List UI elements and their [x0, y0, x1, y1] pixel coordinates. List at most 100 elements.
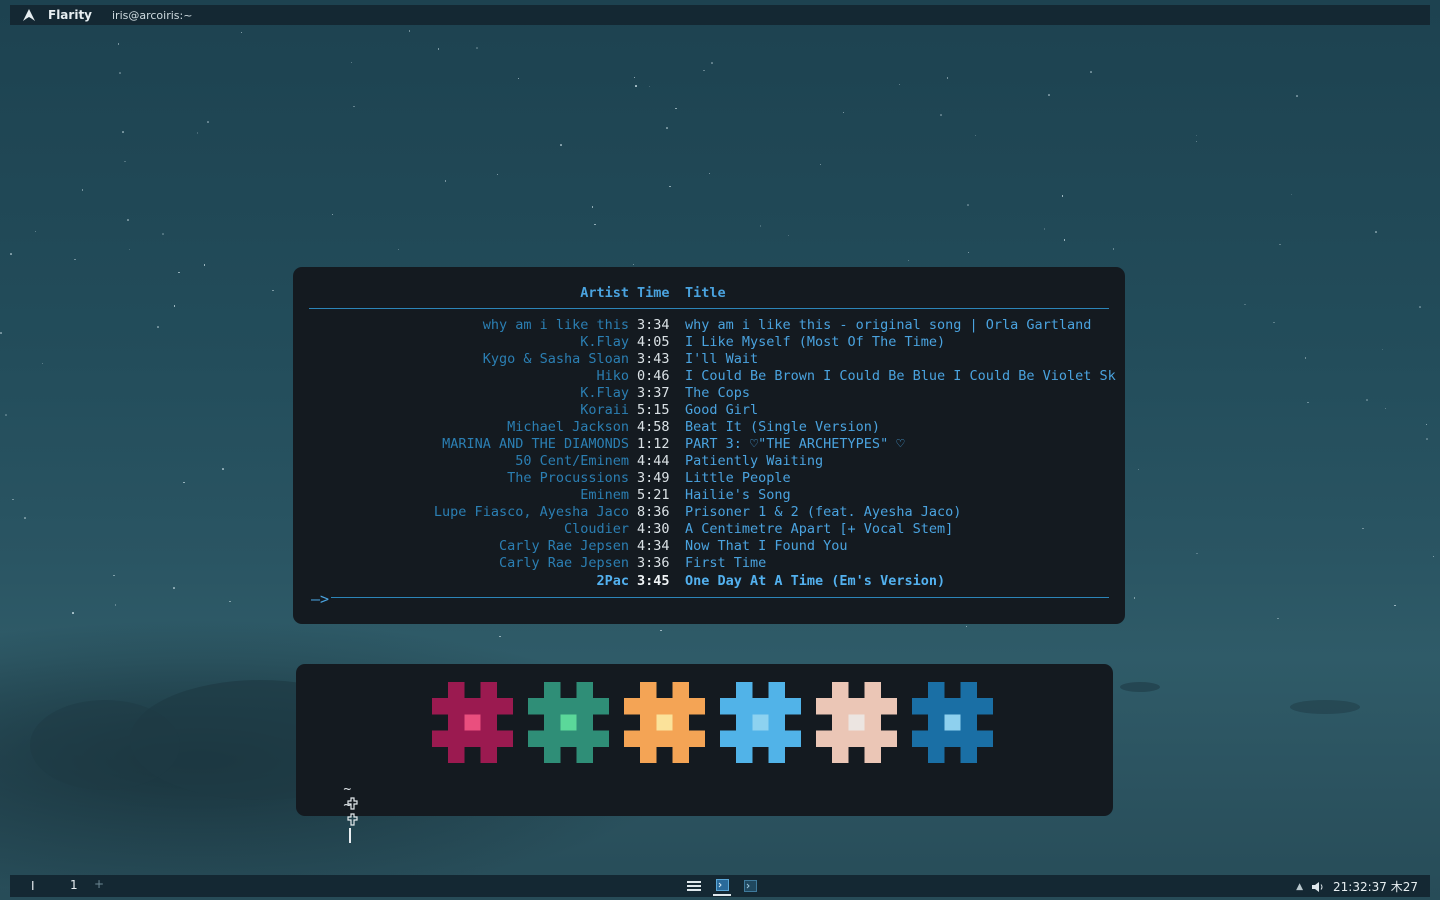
glyph-pixel — [672, 698, 689, 715]
star — [660, 629, 662, 632]
glyph-center — [944, 714, 961, 731]
track-title: Patiently Waiting — [685, 453, 824, 469]
star — [1366, 399, 1368, 401]
star — [437, 48, 440, 50]
star — [1137, 468, 1140, 471]
star — [122, 131, 124, 133]
star — [594, 223, 596, 226]
track-artist: 2Pac — [596, 573, 629, 589]
glyph-pixel — [544, 746, 561, 763]
add-workspace-button[interactable]: + — [94, 877, 104, 891]
star — [711, 62, 713, 64]
header-artist[interactable]: Artist — [580, 285, 629, 301]
glyph-pixel — [880, 698, 897, 715]
glyph-pixel — [432, 698, 449, 715]
star — [1043, 228, 1046, 230]
track-row[interactable]: The Procussions 3:49 Little People — [293, 470, 1125, 487]
track-title: why am i like this - original song | Orl… — [685, 317, 1092, 333]
glyph-pixel — [720, 698, 737, 715]
header-title[interactable]: Title — [685, 285, 726, 301]
glyph-pixel — [656, 698, 673, 715]
glyph-crimson-icon — [432, 682, 513, 763]
terminal-window[interactable]: ~ ~ — [296, 664, 1113, 843]
glyph-pixel — [752, 698, 769, 715]
arch-logo-icon[interactable] — [22, 8, 36, 22]
track-row[interactable]: Eminem 5:21 Hailie's Song — [293, 487, 1125, 504]
track-title: Prisoner 1 & 2 (feat. Ayesha Jaco) — [685, 504, 962, 520]
header-time[interactable]: Time — [637, 285, 670, 301]
workspace-1[interactable]: 1 — [70, 878, 78, 892]
glyph-pixel — [752, 730, 769, 747]
glyph-pixel — [720, 730, 737, 747]
progress-bar[interactable] — [331, 597, 1109, 598]
glyph-pixel — [784, 698, 801, 715]
workspace-marker[interactable]: I — [31, 879, 35, 893]
star — [444, 180, 447, 182]
track-row[interactable]: why am i like this 3:34 why am i like this… — [293, 317, 1125, 334]
track-artist: 50 Cent/Eminem — [515, 453, 629, 469]
app-name[interactable]: Flarity — [48, 8, 92, 22]
star — [898, 83, 901, 86]
terminal-task-icon[interactable] — [741, 877, 759, 895]
track-row[interactable]: Michael Jackson 4:58 Beat It (Single Versi… — [293, 419, 1125, 436]
star — [517, 77, 520, 80]
track-title: Beat It (Single Version) — [685, 419, 881, 435]
track-row[interactable]: Koraii 5:15 Good Girl — [293, 402, 1125, 419]
track-artist: The Procussions — [507, 470, 629, 486]
glyph-pixel — [976, 730, 993, 747]
star — [632, 263, 635, 266]
glyph-pixel — [672, 730, 689, 747]
background-rock — [1120, 682, 1160, 692]
star — [10, 253, 12, 255]
glyph-pixel — [768, 730, 785, 747]
track-title: I Could Be Brown I Could Be Blue I Could… — [685, 368, 1116, 384]
glyph-pixel — [576, 746, 593, 763]
clock[interactable]: 21:32:37 木27 — [1333, 878, 1418, 895]
tray-arrow-icon[interactable]: ▲ — [1296, 882, 1303, 892]
music-player-window[interactable]: Artist Time Title why am i like this 3:34… — [293, 267, 1125, 624]
glyph-pixel — [768, 682, 785, 699]
glyph-pixel — [448, 746, 465, 763]
track-row[interactable]: Cloudier 4:30 A Centimetre Apart [+ Vocal … — [293, 521, 1125, 538]
glyph-pixel — [576, 714, 593, 731]
track-row[interactable]: MARINA AND THE DIAMONDS 1:12 PART 3: ♡"THE… — [293, 436, 1125, 453]
system-tray: ▲ 21:32:37 木27 — [1296, 878, 1418, 895]
track-row[interactable]: Carly Rae Jepsen 3:36 First Time — [293, 555, 1125, 572]
task-list-icon[interactable] — [685, 877, 703, 895]
terminal-task-icon[interactable] — [713, 876, 731, 896]
glyph-pixel — [544, 698, 561, 715]
track-row[interactable]: Hiko 0:46 I Could Be Brown I Could Be Blue… — [293, 368, 1125, 385]
star — [1133, 597, 1136, 599]
track-row[interactable]: Carly Rae Jepsen 4:34 Now That I Found You — [293, 538, 1125, 555]
track-artist: K.Flay — [580, 334, 629, 350]
volume-icon[interactable] — [1311, 881, 1325, 893]
track-title: A Centimetre Apart [+ Vocal Stem] — [685, 521, 954, 537]
track-row-current[interactable]: 2Pac 3:45 One Day At A Time (Em's Version) — [293, 573, 1125, 590]
glyph-pixel — [592, 730, 609, 747]
prompt-line-active[interactable]: ~ — [312, 783, 359, 859]
track-row[interactable]: K.Flay 3:37 The Cops — [293, 385, 1125, 402]
glyph-pixel — [464, 698, 481, 715]
glyph-pixel — [448, 682, 465, 699]
track-row[interactable]: K.Flay 4:05 I Like Myself (Most Of The Tim… — [293, 334, 1125, 351]
star — [946, 77, 949, 79]
glyph-blue-icon — [912, 682, 993, 763]
star — [1375, 231, 1377, 233]
glyph-pixel — [480, 682, 497, 699]
star — [496, 173, 499, 176]
track-row[interactable]: Kygo & Sasha Sloan 3:43 I'll Wait — [293, 351, 1125, 368]
track-row[interactable]: Lupe Fiasco, Ayesha Jaco 8:36 Prisoner 1 &… — [293, 504, 1125, 521]
star — [114, 604, 117, 606]
track-time: 3:36 — [637, 555, 670, 571]
glyph-pixel — [496, 698, 513, 715]
track-artist: Carly Rae Jepsen — [498, 555, 629, 571]
track-artist: Carly Rae Jepsen — [498, 538, 629, 554]
track-artist: Lupe Fiasco, Ayesha Jaco — [433, 504, 629, 520]
glyph-center — [560, 714, 577, 731]
star — [1061, 195, 1064, 197]
track-row[interactable]: 50 Cent/Eminem 4:44 Patiently Waiting — [293, 453, 1125, 470]
window-title: iris@arcoiris:~ — [112, 8, 193, 22]
star — [203, 264, 206, 266]
glyph-pixel — [944, 698, 961, 715]
header-divider — [309, 308, 1109, 309]
